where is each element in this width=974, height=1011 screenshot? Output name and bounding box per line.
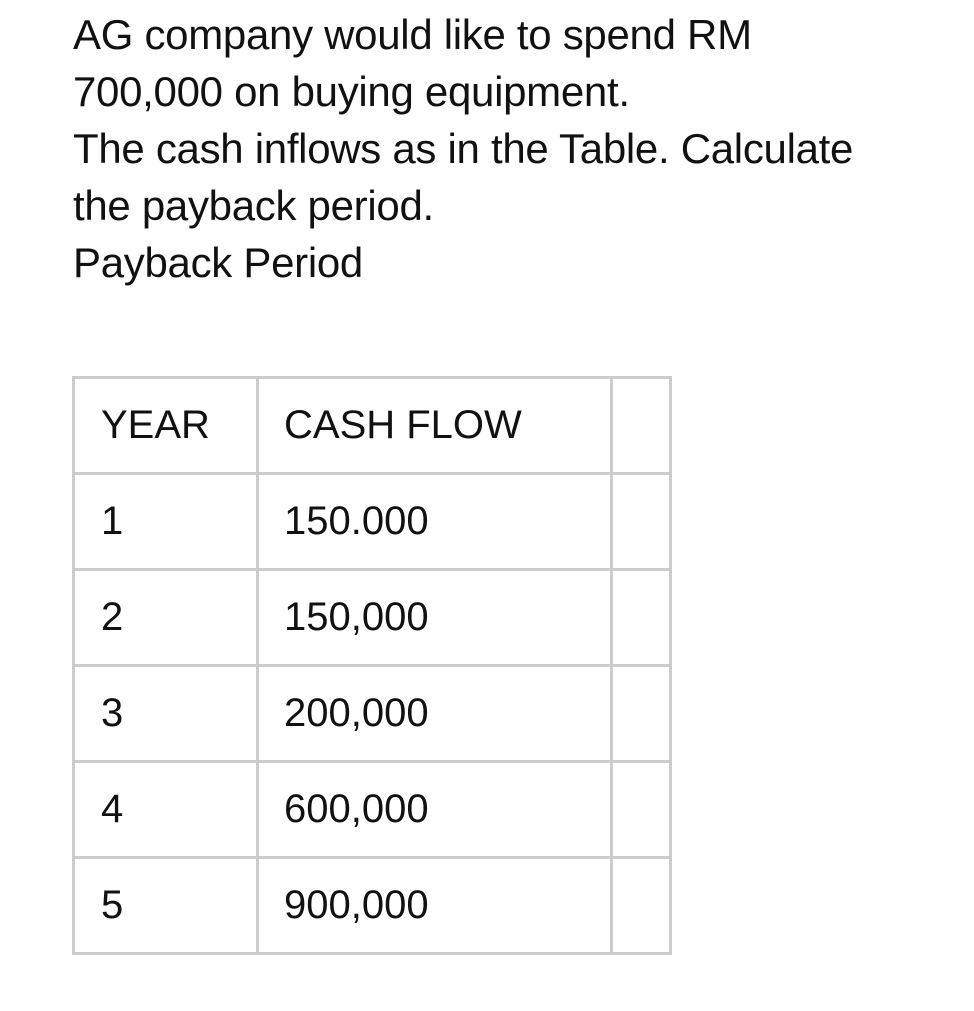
question-subheading: Payback Period (73, 239, 363, 286)
header-year: YEAR (72, 376, 259, 475)
table-row: 2 150,000 (72, 568, 672, 667)
cash-flow-table: YEAR CASH FLOW 1 150.000 2 150,000 3 200… (72, 376, 672, 955)
question-line: AG company would like to spend RM (73, 11, 752, 58)
year-cell: 4 (72, 760, 259, 859)
empty-cell (610, 568, 672, 667)
header-empty (610, 376, 672, 475)
empty-cell (610, 760, 672, 859)
question-line: the payback period. (73, 182, 434, 229)
year-cell: 2 (72, 568, 259, 667)
table-row: 3 200,000 (72, 664, 672, 763)
question-line: The cash inflows as in the Table. Calcul… (73, 125, 854, 172)
table-header-row: YEAR CASH FLOW (72, 376, 672, 475)
table-row: 1 150.000 (72, 472, 672, 571)
table-row: 4 600,000 (72, 760, 672, 859)
empty-cell (610, 472, 672, 571)
question-line: 700,000 on buying equipment. (73, 68, 630, 115)
header-cash-flow: CASH FLOW (256, 376, 613, 475)
cash-flow-cell: 200,000 (256, 664, 613, 763)
empty-cell (610, 856, 672, 955)
table-row: 5 900,000 (72, 856, 672, 955)
year-cell: 1 (72, 472, 259, 571)
cash-flow-cell: 600,000 (256, 760, 613, 859)
cash-flow-cell: 900,000 (256, 856, 613, 955)
question-text: AG company would like to spend RM 700,00… (73, 6, 973, 291)
year-cell: 3 (72, 664, 259, 763)
year-cell: 5 (72, 856, 259, 955)
cash-flow-cell: 150,000 (256, 568, 613, 667)
cash-flow-cell: 150.000 (256, 472, 613, 571)
empty-cell (610, 664, 672, 763)
